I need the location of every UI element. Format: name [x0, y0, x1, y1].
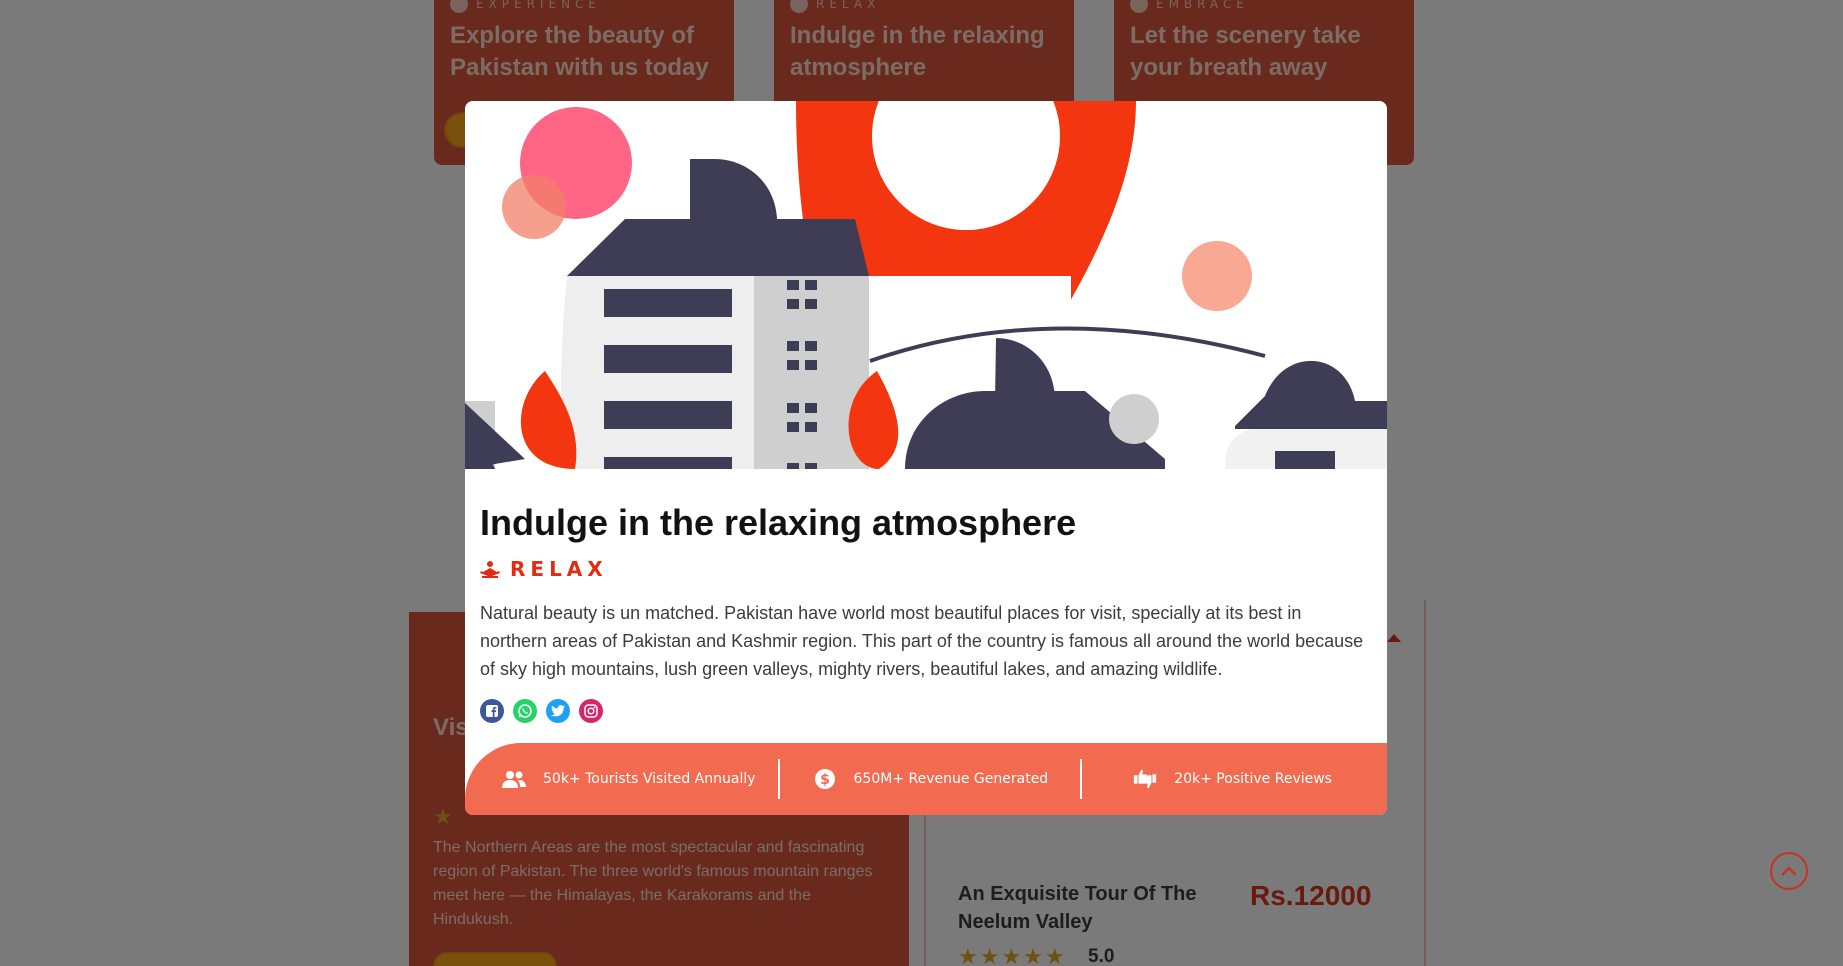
stat-tourists-label: 50k+ Tourists Visited Annually: [543, 771, 756, 787]
social-share-links: [480, 699, 1372, 723]
city-location-illustration: [465, 101, 1387, 469]
modal-title: Indulge in the relaxing atmosphere: [480, 502, 1077, 543]
instagram-icon[interactable]: [579, 699, 603, 723]
chevron-up-icon: [1781, 866, 1797, 876]
dollar-icon: $: [812, 766, 838, 792]
stat-revenue-label: 650M+ Revenue Generated: [853, 771, 1049, 787]
stat-reviews-label: 20k+ Positive Reviews: [1174, 771, 1332, 787]
modal-description: Natural beauty is un matched. Pakistan h…: [480, 603, 1364, 679]
stat-revenue: $ 650M+ Revenue Generated: [812, 743, 1049, 815]
svg-text:$: $: [820, 772, 830, 788]
whatsapp-icon[interactable]: [513, 699, 537, 723]
stats-divider: [1080, 759, 1083, 799]
thumbs-icon: [1132, 766, 1158, 792]
scroll-to-top-button[interactable]: [1770, 852, 1808, 890]
stat-tourists: 50k+ Tourists Visited Annually: [501, 743, 756, 815]
modal-body: Indulge in the relaxing atmosphere RELAX…: [480, 499, 1372, 723]
stats-divider: [777, 759, 780, 799]
users-icon: [501, 766, 527, 792]
facebook-icon[interactable]: [480, 699, 504, 723]
modal-category: RELAX: [480, 557, 1372, 581]
stats-bar: 50k+ Tourists Visited Annually $ 650M+ R…: [465, 743, 1387, 815]
twitter-icon[interactable]: [546, 699, 570, 723]
stat-reviews: 20k+ Positive Reviews: [1132, 743, 1332, 815]
info-modal: Indulge in the relaxing atmosphere RELAX…: [465, 101, 1387, 815]
meditation-icon: [480, 561, 500, 578]
modal-category-label: RELAX: [510, 557, 608, 581]
